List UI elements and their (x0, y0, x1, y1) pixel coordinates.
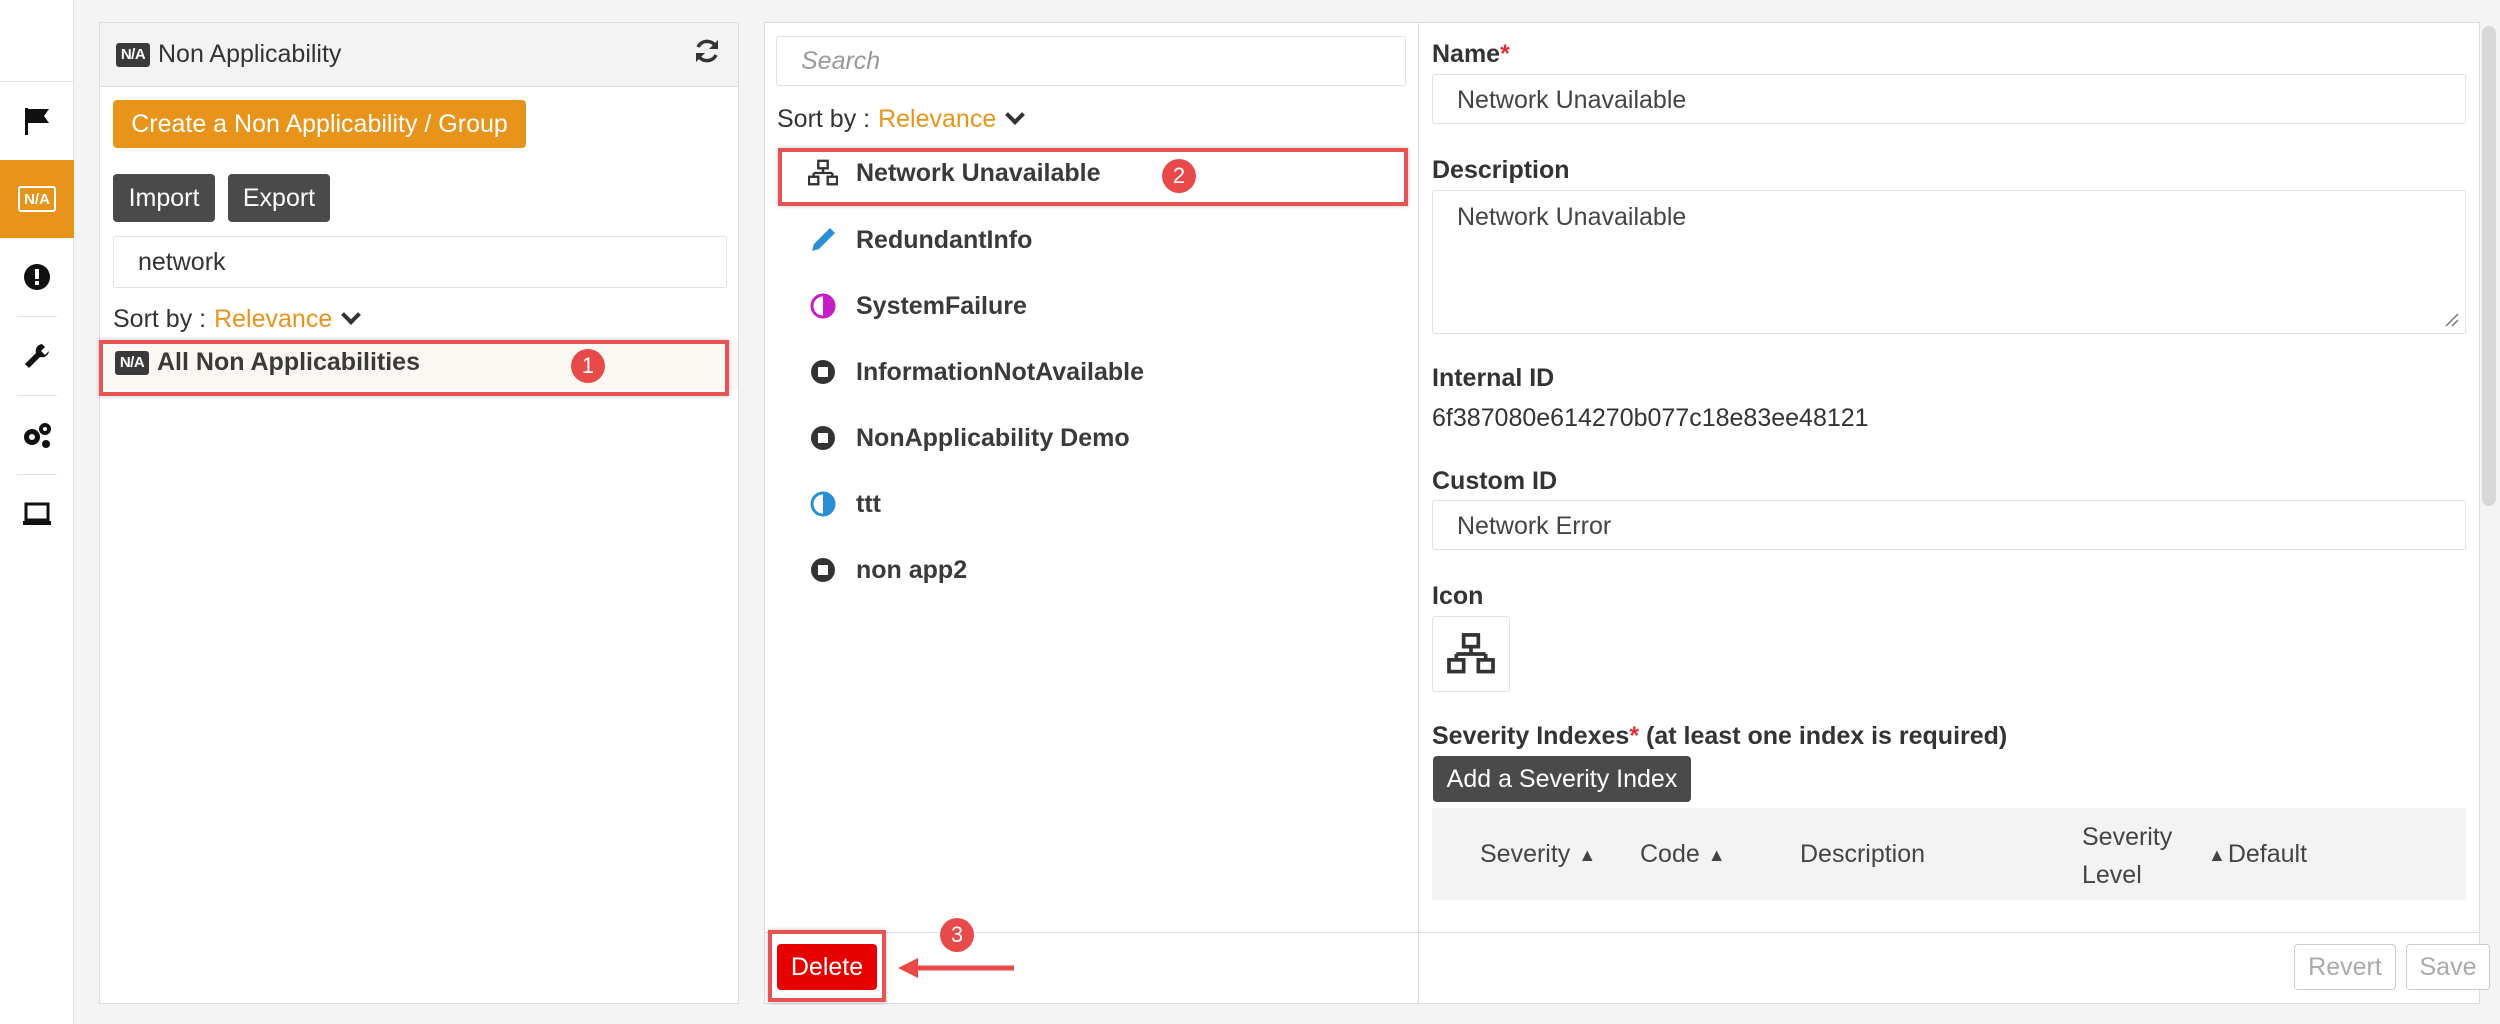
half-circle-magenta-icon (808, 291, 838, 321)
rail-top (0, 0, 73, 82)
network-icon (1447, 633, 1495, 674)
tree-sort-by[interactable]: Sort by : Relevance (113, 302, 362, 336)
rail-item-tools[interactable] (0, 317, 74, 395)
gears-icon (24, 423, 51, 448)
description-label: Description (1432, 156, 1570, 184)
stop-circle-icon (808, 555, 838, 585)
severity-table-header: Severity ▲ Code ▲ Description Severity Leve… (1432, 808, 2466, 900)
severity-indexes-label: Severity Indexes* (at least one index is… (1432, 722, 2008, 750)
list-item-label: InformationNotAvailable (856, 357, 1144, 386)
th-severity-level: Severity Level (2082, 823, 2173, 889)
laptop-icon (23, 502, 51, 525)
half-circle-blue-icon (808, 489, 838, 519)
export-button[interactable]: Export (228, 174, 330, 222)
list-item-redundantinfo[interactable]: RedundantInfo (808, 225, 1032, 255)
flag-icon (25, 108, 49, 135)
revert-button[interactable]: Revert (2294, 944, 2396, 990)
refresh-icon[interactable] (692, 36, 722, 74)
chevron-down-icon (1005, 105, 1026, 125)
sort-value: Relevance (214, 304, 333, 333)
arrow-pointer-icon (898, 958, 1014, 978)
internal-id-label: Internal ID (1432, 364, 1555, 392)
app-root: N/A N/A Non Applicability Create a Non A… (0, 0, 2500, 1024)
rail-item-alerts[interactable] (0, 238, 74, 316)
tree-search-input[interactable]: network (113, 236, 727, 288)
callout-3: 3 (940, 918, 974, 952)
wrench-icon (25, 344, 49, 368)
list-item-informationnotavailable[interactable]: InformationNotAvailable (808, 357, 1144, 387)
add-severity-index-button[interactable]: Add a Severity Index (1433, 756, 1691, 802)
rail-item-display[interactable] (0, 475, 74, 553)
th-description: Description (1800, 840, 1926, 868)
name-label: Name* (1432, 40, 1510, 68)
custom-id-label: Custom ID (1432, 467, 1557, 495)
highlight-box-2 (778, 148, 1408, 206)
th-severity[interactable]: Severity ▲ (1480, 840, 1596, 869)
list-item-systemfailure[interactable]: SystemFailure (808, 291, 1027, 321)
stop-circle-icon (808, 357, 838, 387)
list-item-non-app2[interactable]: non app2 (808, 555, 967, 585)
description-field[interactable]: Network Unavailable (1432, 190, 2466, 334)
name-field[interactable]: Network Unavailable (1432, 74, 2466, 124)
sort-value: Relevance (878, 104, 997, 133)
list-item-label: non app2 (856, 555, 968, 584)
na-icon: N/A (18, 186, 56, 212)
icon-picker[interactable] (1432, 616, 1510, 692)
resize-grip-icon[interactable] (2444, 312, 2460, 328)
alert-icon (24, 264, 50, 290)
list-item-nonapplicability-demo[interactable]: NonApplicability Demo (808, 423, 1130, 453)
save-button[interactable]: Save (2406, 944, 2490, 990)
list-item-label: SystemFailure (856, 291, 1027, 320)
import-button[interactable]: Import (113, 174, 215, 222)
panel-title: Non Applicability (158, 40, 342, 68)
sort-label: Sort by : (113, 304, 207, 333)
sort-icon: ▲ (1707, 844, 1726, 865)
list-item-label: ttt (856, 489, 881, 518)
highlight-box-1 (99, 340, 729, 396)
footer-divider (764, 932, 2480, 933)
internal-id-value: 6f387080e614270b077c18e83ee48121 (1432, 404, 1869, 432)
th-code[interactable]: Code ▲ (1640, 840, 1726, 869)
sort-icon: ▲ (1578, 844, 1597, 865)
rail-item-settings[interactable] (0, 396, 74, 474)
create-non-applicability-button[interactable]: Create a Non Applicability / Group (113, 100, 526, 148)
custom-id-field[interactable]: Network Error (1432, 500, 2466, 550)
na-badge-icon: N/A (116, 42, 150, 67)
list-item-label: RedundantInfo (856, 225, 1033, 254)
panel-header: N/A Non Applicability (100, 23, 738, 87)
list-search-input[interactable]: Search (776, 36, 1406, 86)
non-applicability-tree-panel: N/A Non Applicability (99, 22, 739, 1004)
sort-label: Sort by : (777, 104, 871, 133)
list-sort-by[interactable]: Sort by : Relevance (777, 102, 1026, 136)
chevron-down-icon (341, 305, 362, 325)
list-item-label: NonApplicability Demo (856, 423, 1130, 452)
nav-rail: N/A (0, 0, 74, 1024)
detail-scrollbar[interactable] (2482, 26, 2496, 506)
rail-item-non-applicability[interactable]: N/A (0, 160, 74, 238)
callout-1: 1 (571, 349, 605, 383)
stop-circle-icon (808, 423, 838, 453)
list-item-ttt[interactable]: ttt (808, 489, 881, 519)
rail-item-flag[interactable] (0, 82, 74, 160)
th-default[interactable]: ▲Default (2208, 840, 2307, 869)
sort-icon: ▲ (2208, 844, 2226, 865)
icon-label: Icon (1432, 582, 1484, 610)
callout-2: 2 (1162, 159, 1196, 193)
pen-icon (808, 225, 838, 255)
highlight-box-3 (768, 930, 886, 1002)
